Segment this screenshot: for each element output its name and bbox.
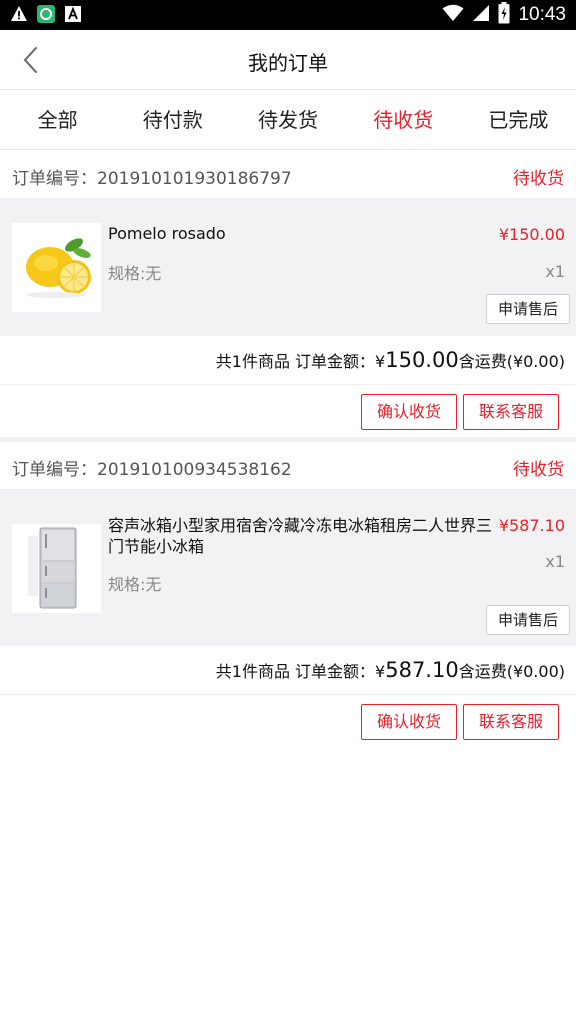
product-image-lemon [12,223,101,312]
order-total-prefix: 共1件商品 订单金额：¥ [215,662,386,681]
app-notification-icon [36,4,56,28]
product-quantity: x1 [545,552,565,571]
goods-item[interactable]: Pomelo rosado ¥150.00 规格:无 x1 申请售后 [0,199,576,336]
after-sale-button[interactable]: 申请售后 [486,294,570,324]
app-header: 我的订单 [0,30,576,90]
status-bar-left-icons [10,4,82,28]
product-quantity: x1 [545,262,565,281]
contact-service-button[interactable]: 联系客服 [463,394,559,430]
tab-all[interactable]: 全部 [0,90,115,149]
status-bar: 10:43 [0,0,576,30]
product-spec: 规格:无 [108,264,162,283]
tab-pending-receipt[interactable]: 待收货 [346,90,461,149]
product-name: 容声冰箱小型家用宿舍冷藏冷冻电冰箱租房二人世界三门节能小冰箱 [108,516,493,556]
order-card: 订单编号：201910100934538162 待收货 容声冰箱小型家用宿舍冷藏… [0,442,576,749]
order-number: 订单编号：201910101930186797 [12,169,292,189]
confirm-receipt-button[interactable]: 确认收货 [361,704,457,740]
status-bar-right-icons: 10:43 [442,2,566,28]
goods-item[interactable]: 容声冰箱小型家用宿舍冷藏冷冻电冰箱租房二人世界三门节能小冰箱 ¥587.10 规… [0,490,576,646]
signal-icon [472,4,490,26]
order-total: 共1件商品 订单金额：¥587.10含运费(¥0.00) [216,658,565,682]
product-price: ¥150.00 [498,225,565,244]
order-actions: 确认收货 联系客服 [0,385,576,439]
order-total-prefix: 共1件商品 订单金额：¥ [215,352,386,371]
order-header: 订单编号：201910100934538162 待收货 [0,442,576,490]
order-card: 订单编号：201910101930186797 待收货 Pomelo rosad… [0,151,576,439]
order-total-suffix: 含运费(¥0.00) [458,662,565,681]
order-status-tabs: 全部 待付款 待发货 待收货 已完成 [0,90,576,150]
order-header: 订单编号：201910101930186797 待收货 [0,151,576,199]
product-spec: 规格:无 [108,575,162,594]
order-number: 订单编号：201910100934538162 [12,460,292,480]
order-actions: 确认收货 联系客服 [0,695,576,749]
product-price: ¥587.10 [498,516,565,535]
tab-pending-payment[interactable]: 待付款 [115,90,230,149]
order-total: 共1件商品 订单金额：¥150.00含运费(¥0.00) [216,348,565,372]
page-title: 我的订单 [248,51,328,75]
order-status: 待收货 [513,169,564,189]
status-time: 10:43 [518,4,566,25]
contact-service-button[interactable]: 联系客服 [463,704,559,740]
tab-completed[interactable]: 已完成 [461,90,576,149]
battery-icon [498,2,510,28]
order-total-amount: 150.00 [385,348,459,372]
warning-icon [10,5,28,27]
product-image-fridge [12,524,101,613]
tab-pending-shipment[interactable]: 待发货 [230,90,345,149]
order-status: 待收货 [513,460,564,480]
order-total-amount: 587.10 [385,658,459,682]
after-sale-button[interactable]: 申请售后 [486,605,570,635]
product-name: Pomelo rosado [108,224,226,243]
order-summary: 共1件商品 订单金额：¥150.00含运费(¥0.00) [0,336,576,385]
confirm-receipt-button[interactable]: 确认收货 [361,394,457,430]
font-app-icon [64,5,82,27]
order-summary: 共1件商品 订单金额：¥587.10含运费(¥0.00) [0,646,576,695]
order-total-suffix: 含运费(¥0.00) [458,352,565,371]
wifi-icon [442,4,464,26]
